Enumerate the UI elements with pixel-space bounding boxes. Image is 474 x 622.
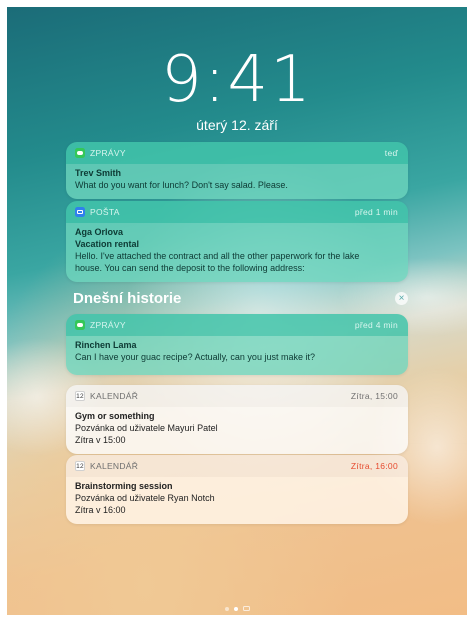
notification-body: Brainstorming session Pozvánka od uživat… [66,477,408,524]
notification-app-name: KALENDÁŘ [90,461,139,471]
notification-app-name: POŠTA [90,207,120,217]
notification-text: Can I have your guac recipe? Actually, c… [75,352,315,362]
notification-header: POŠTA před 1 min [66,201,408,223]
notification-app-name: ZPRÁVY [90,320,126,330]
camera-icon [242,606,250,611]
notification-text: Zítra v 16:00 [75,505,126,515]
notification-text: Pozvánka od uživatele Mayuri Patel [75,423,218,433]
calendar-icon: 12 [75,461,85,471]
notification-time: před 4 min [354,320,398,330]
notification-body: Gym or something Pozvánka od uživatele M… [66,407,408,454]
notification-time: Zítra, 16:00 [350,461,398,471]
notification-text: What do you want for lunch? Don't say sa… [75,180,288,190]
mail-icon [75,207,85,217]
messages-icon [75,320,85,330]
notification-header: 12 KALENDÁŘ Zítra, 16:00 [66,455,408,477]
notification-title: Trev Smith [75,168,122,178]
history-section-header: Dnešní historie × [73,290,408,307]
notification-time: před 1 min [354,207,398,217]
page-indicator[interactable] [0,606,474,611]
notification-app-name: KALENDÁŘ [90,391,139,401]
calendar-icon: 12 [75,391,85,401]
clock: 9:41 [161,43,313,117]
notification-subtitle: Vacation rental [75,239,140,249]
notification-messages-trev[interactable]: ZPRÁVY teď Trev Smith What do you want f… [66,142,408,199]
notification-title: Rinchen Lama [75,340,137,350]
notification-body: Trev Smith What do you want for lunch? D… [66,164,408,199]
notification-title: Gym or something [75,411,155,421]
notification-header: 12 KALENDÁŘ Zítra, 15:00 [66,385,408,407]
notification-title: Aga Orlova [75,227,124,237]
notification-body: Rinchen Lama Can I have your guac recipe… [66,336,408,375]
notification-title: Brainstorming session [75,481,173,491]
date-label: úterý 12. září [196,117,278,133]
history-label: Dnešní historie [73,290,182,307]
notification-mail-aga[interactable]: POŠTA před 1 min Aga Orlova Vacation ren… [66,201,408,282]
notification-messages-rinchen[interactable]: ZPRÁVY před 4 min Rinchen Lama Can I hav… [66,314,408,375]
page-dot-active [233,606,238,611]
notification-text: Pozvánka od uživatele Ryan Notch [75,493,215,503]
notification-time: Zítra, 15:00 [350,391,398,401]
notification-calendar-brainstorming[interactable]: 12 KALENDÁŘ Zítra, 16:00 Brainstorming s… [66,455,408,524]
notification-body: Aga Orlova Vacation rental Hello. I've a… [66,223,408,282]
notification-header: ZPRÁVY teď [66,142,408,164]
page-dot [224,606,229,611]
notification-app-name: ZPRÁVY [90,148,126,158]
clear-history-button[interactable]: × [395,292,408,305]
notification-calendar-gym[interactable]: 12 KALENDÁŘ Zítra, 15:00 Gym or somethin… [66,385,408,454]
notification-time: teď [384,148,398,158]
notification-text: Hello. I've attached the contract and al… [75,251,360,261]
notification-text: house. You can send the deposit to the f… [75,263,305,273]
messages-icon [75,148,85,158]
notification-header: ZPRÁVY před 4 min [66,314,408,336]
notification-text: Zítra v 15:00 [75,435,126,445]
